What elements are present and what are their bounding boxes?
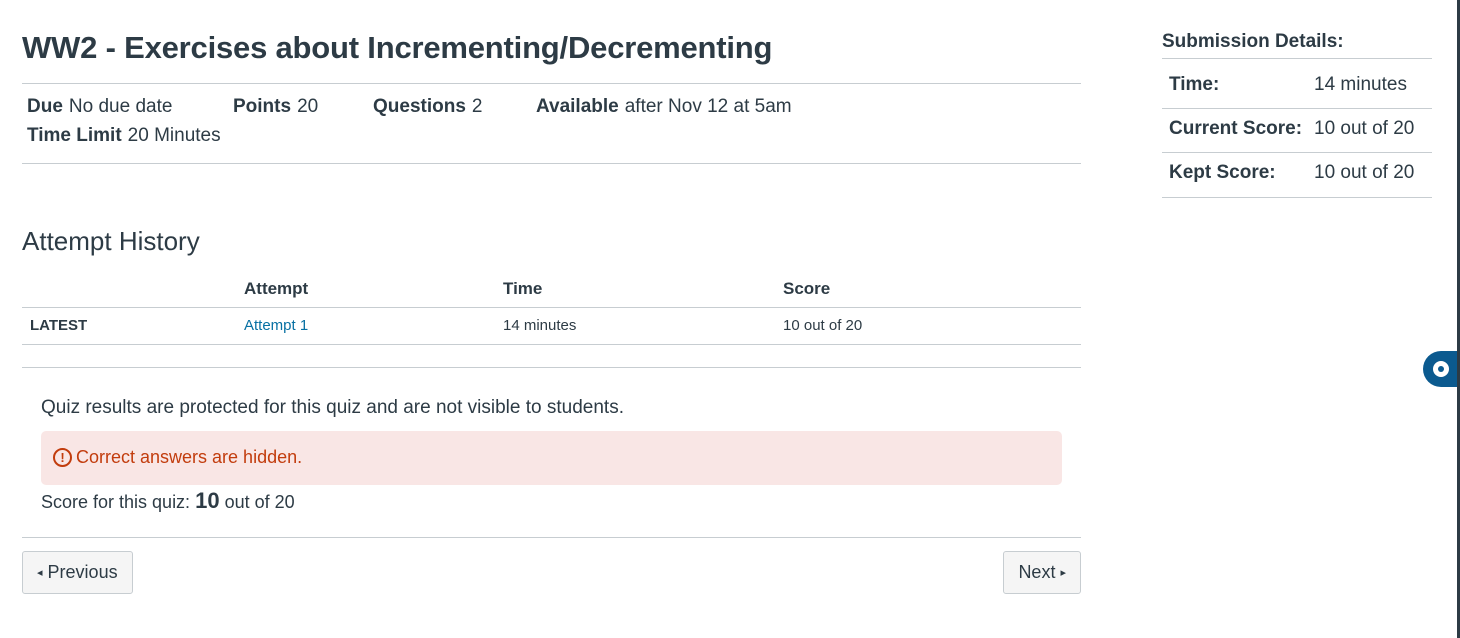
- attempt-score: 10 out of 20: [783, 317, 863, 334]
- previous-button[interactable]: ◂ Previous: [22, 551, 133, 594]
- score-suffix: out of 20: [224, 492, 295, 512]
- questions-label: Questions: [373, 96, 466, 117]
- divider: [1162, 58, 1432, 59]
- due-info: Due No due date: [27, 96, 172, 118]
- next-label: Next: [1018, 562, 1056, 582]
- due-label: Due: [27, 96, 63, 117]
- table-header-divider: [22, 307, 1081, 308]
- kept-score-label: Kept Score:: [1169, 162, 1276, 183]
- current-score-label: Current Score:: [1169, 118, 1303, 139]
- table-row-divider: [22, 344, 1081, 345]
- alert-message: Correct answers are hidden.: [76, 447, 303, 467]
- points-value: 20: [297, 96, 319, 117]
- column-header-time: Time: [503, 279, 543, 298]
- warning-icon: !: [53, 448, 72, 467]
- kept-score-value: 10 out of 20: [1314, 162, 1415, 183]
- help-icon: [1433, 361, 1449, 377]
- available-label: Available: [536, 96, 619, 117]
- points-info: Points 20: [233, 96, 318, 118]
- score-value: 10: [195, 488, 220, 513]
- available-value: after Nov 12 at 5am: [624, 96, 792, 117]
- previous-label: Previous: [47, 562, 118, 582]
- current-score-value: 10 out of 20: [1314, 118, 1415, 139]
- submission-time-value: 14 minutes: [1314, 74, 1407, 95]
- due-value: No due date: [68, 96, 173, 117]
- divider: [22, 537, 1081, 538]
- divider: [1162, 108, 1432, 109]
- divider: [1162, 152, 1432, 153]
- correct-answers-hidden-alert: ! Correct answers are hidden.: [41, 431, 1062, 485]
- submission-details-title: Submission Details:: [1162, 31, 1344, 52]
- column-header-attempt: Attempt: [244, 279, 309, 298]
- points-label: Points: [233, 96, 292, 117]
- quiz-score: Score for this quiz: 10 out of 20: [41, 488, 295, 514]
- caret-right-icon: ▸: [1060, 566, 1066, 579]
- column-header-score: Score: [783, 279, 831, 298]
- floating-help-button[interactable]: [1423, 351, 1460, 387]
- attempt-time: 14 minutes: [503, 317, 577, 334]
- score-prefix: Score for this quiz:: [41, 492, 191, 512]
- questions-value: 2: [471, 96, 483, 117]
- divider: [1162, 197, 1432, 198]
- attempt-link[interactable]: Attempt 1: [244, 317, 308, 334]
- time-limit-info: Time Limit 20 Minutes: [27, 125, 221, 147]
- questions-info: Questions 2: [373, 96, 482, 118]
- submission-time-label: Time:: [1169, 74, 1220, 95]
- available-info: Available after Nov 12 at 5am: [536, 96, 792, 118]
- latest-badge: LATEST: [30, 317, 88, 334]
- page-title: WW2 - Exercises about Incrementing/Decre…: [22, 30, 773, 65]
- caret-left-icon: ◂: [37, 566, 43, 579]
- divider: [22, 367, 1081, 368]
- attempt-history-title: Attempt History: [22, 226, 200, 256]
- time-limit-value: 20 Minutes: [127, 125, 221, 146]
- divider: [22, 163, 1081, 164]
- time-limit-label: Time Limit: [27, 125, 122, 146]
- next-button[interactable]: Next ▸: [1003, 551, 1081, 594]
- divider: [22, 83, 1081, 84]
- results-protected-message: Quiz results are protected for this quiz…: [41, 397, 624, 418]
